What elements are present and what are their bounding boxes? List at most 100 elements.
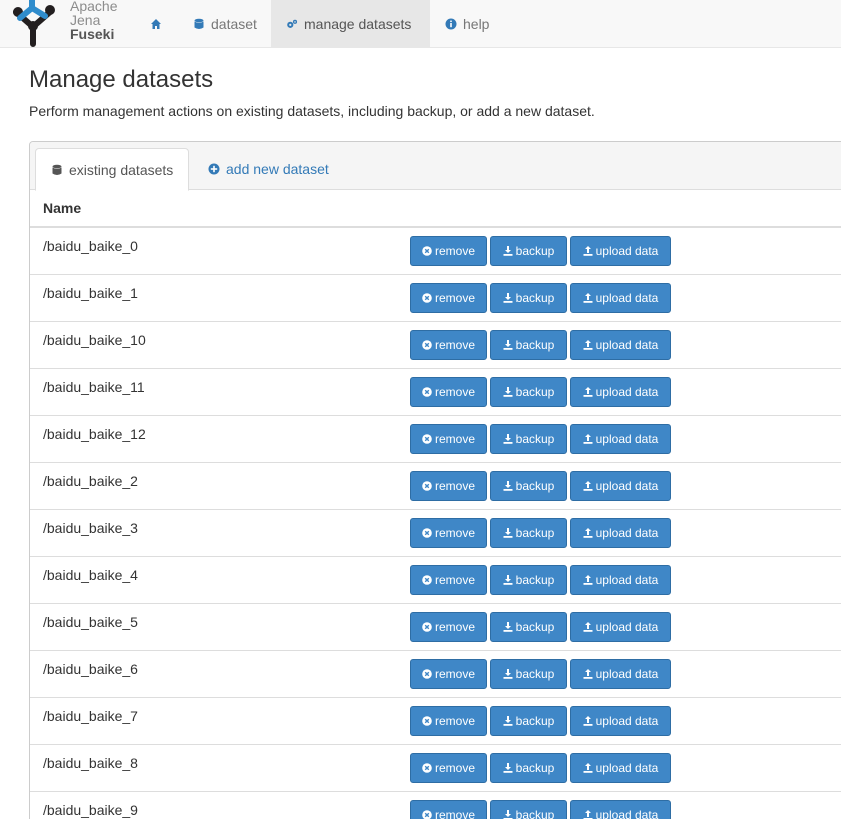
download-icon	[503, 528, 513, 538]
upload-data-button[interactable]: upload data	[570, 236, 671, 266]
nav-manage-label: manage datasets	[304, 16, 412, 32]
remove-button[interactable]: remove	[410, 706, 487, 736]
remove-label: remove	[434, 667, 475, 681]
remove-button[interactable]: remove	[410, 518, 487, 548]
cogs-icon	[287, 19, 298, 28]
upload-data-button[interactable]: upload data	[570, 565, 671, 595]
upload-icon	[583, 528, 593, 538]
upload-icon	[583, 575, 593, 585]
dataset-name: /baidu_baike_1	[43, 285, 138, 301]
remove-circle-icon	[422, 763, 432, 773]
dataset-name: /baidu_baike_8	[43, 755, 138, 771]
remove-button[interactable]: remove	[410, 753, 487, 783]
upload-icon	[583, 716, 593, 726]
table-row: /baidu_baike_8 remove backup upload data	[30, 745, 841, 792]
upload-data-button[interactable]: upload data	[570, 659, 671, 689]
remove-button[interactable]: remove	[410, 800, 487, 819]
remove-button[interactable]: remove	[410, 424, 487, 454]
upload-data-button[interactable]: upload data	[570, 424, 671, 454]
upload-data-button[interactable]: upload data	[570, 283, 671, 313]
backup-button[interactable]: backup	[490, 659, 567, 689]
backup-button[interactable]: backup	[490, 518, 567, 548]
table-row: /baidu_baike_10 remove backup upload data	[30, 322, 841, 369]
remove-label: remove	[434, 385, 475, 399]
nav-manage-datasets[interactable]: manage datasets	[271, 0, 430, 48]
tab-existing-datasets[interactable]: existing datasets	[35, 148, 190, 191]
upload-icon	[583, 810, 593, 819]
tab-add-new-dataset[interactable]: add new dataset	[193, 148, 344, 190]
brand-link[interactable]: Apache Jena Fuseki	[12, 0, 142, 48]
dataset-name: /baidu_baike_0	[43, 238, 138, 254]
nav-help[interactable]: help	[430, 0, 504, 48]
backup-button[interactable]: backup	[490, 612, 567, 642]
upload-data-button[interactable]: upload data	[570, 753, 671, 783]
backup-button[interactable]: backup	[490, 283, 567, 313]
backup-button[interactable]: backup	[490, 424, 567, 454]
remove-button[interactable]: remove	[410, 330, 487, 360]
upload-icon	[583, 669, 593, 679]
nav-home[interactable]	[135, 0, 177, 48]
backup-button[interactable]: backup	[490, 471, 567, 501]
datasets-panel: existing datasets add new dataset Name /…	[29, 141, 841, 819]
remove-label: remove	[434, 526, 475, 540]
download-icon	[503, 575, 513, 585]
backup-button[interactable]: backup	[490, 565, 567, 595]
remove-button[interactable]: remove	[410, 283, 487, 313]
backup-label: backup	[515, 667, 555, 681]
remove-button[interactable]: remove	[410, 236, 487, 266]
upload-data-button[interactable]: upload data	[570, 612, 671, 642]
remove-label: remove	[434, 573, 475, 587]
dataset-name: /baidu_baike_9	[43, 802, 138, 818]
upload-data-button[interactable]: upload data	[570, 330, 671, 360]
backup-button[interactable]: backup	[490, 800, 567, 819]
remove-label: remove	[434, 338, 475, 352]
table-row: /baidu_baike_2 remove backup upload data	[30, 463, 841, 510]
backup-button[interactable]: backup	[490, 706, 567, 736]
upload-icon	[583, 246, 593, 256]
upload-icon	[583, 387, 593, 397]
dataset-name: /baidu_baike_2	[43, 473, 138, 489]
remove-button[interactable]: remove	[410, 565, 487, 595]
upload-label: upload data	[595, 479, 659, 493]
nav-help-label: help	[463, 16, 490, 32]
remove-button[interactable]: remove	[410, 377, 487, 407]
backup-label: backup	[515, 573, 555, 587]
nav-dataset[interactable]: dataset	[178, 0, 272, 48]
backup-label: backup	[515, 291, 555, 305]
database-icon	[194, 18, 204, 29]
upload-data-button[interactable]: upload data	[570, 518, 671, 548]
upload-icon	[583, 481, 593, 491]
upload-label: upload data	[595, 338, 659, 352]
upload-data-button[interactable]: upload data	[570, 800, 671, 819]
remove-button[interactable]: remove	[410, 471, 487, 501]
backup-button[interactable]: backup	[490, 753, 567, 783]
tab-existing-label: existing datasets	[69, 161, 174, 178]
dataset-name: /baidu_baike_7	[43, 708, 138, 724]
backup-label: backup	[515, 432, 555, 446]
backup-label: backup	[515, 526, 555, 540]
dataset-name: /baidu_baike_11	[43, 379, 145, 395]
remove-button[interactable]: remove	[410, 659, 487, 689]
table-row: /baidu_baike_0 remove backup upload data	[30, 228, 841, 275]
database-icon	[52, 164, 62, 175]
remove-label: remove	[434, 244, 475, 258]
upload-data-button[interactable]: upload data	[570, 706, 671, 736]
remove-circle-icon	[422, 434, 432, 444]
table-row: /baidu_baike_4 remove backup upload data	[30, 557, 841, 604]
remove-button[interactable]: remove	[410, 612, 487, 642]
upload-data-button[interactable]: upload data	[570, 471, 671, 501]
remove-circle-icon	[422, 387, 432, 397]
upload-data-button[interactable]: upload data	[570, 377, 671, 407]
upload-label: upload data	[595, 291, 659, 305]
remove-label: remove	[434, 479, 475, 493]
backup-label: backup	[515, 338, 555, 352]
backup-button[interactable]: backup	[490, 377, 567, 407]
tab-add-label: add new dataset	[226, 161, 329, 177]
remove-circle-icon	[422, 716, 432, 726]
backup-button[interactable]: backup	[490, 236, 567, 266]
download-icon	[503, 387, 513, 397]
brand-text: Apache Jena Fuseki	[70, 0, 117, 41]
brand-line-fuseki: Fuseki	[70, 26, 115, 42]
backup-button[interactable]: backup	[490, 330, 567, 360]
backup-label: backup	[515, 620, 555, 634]
